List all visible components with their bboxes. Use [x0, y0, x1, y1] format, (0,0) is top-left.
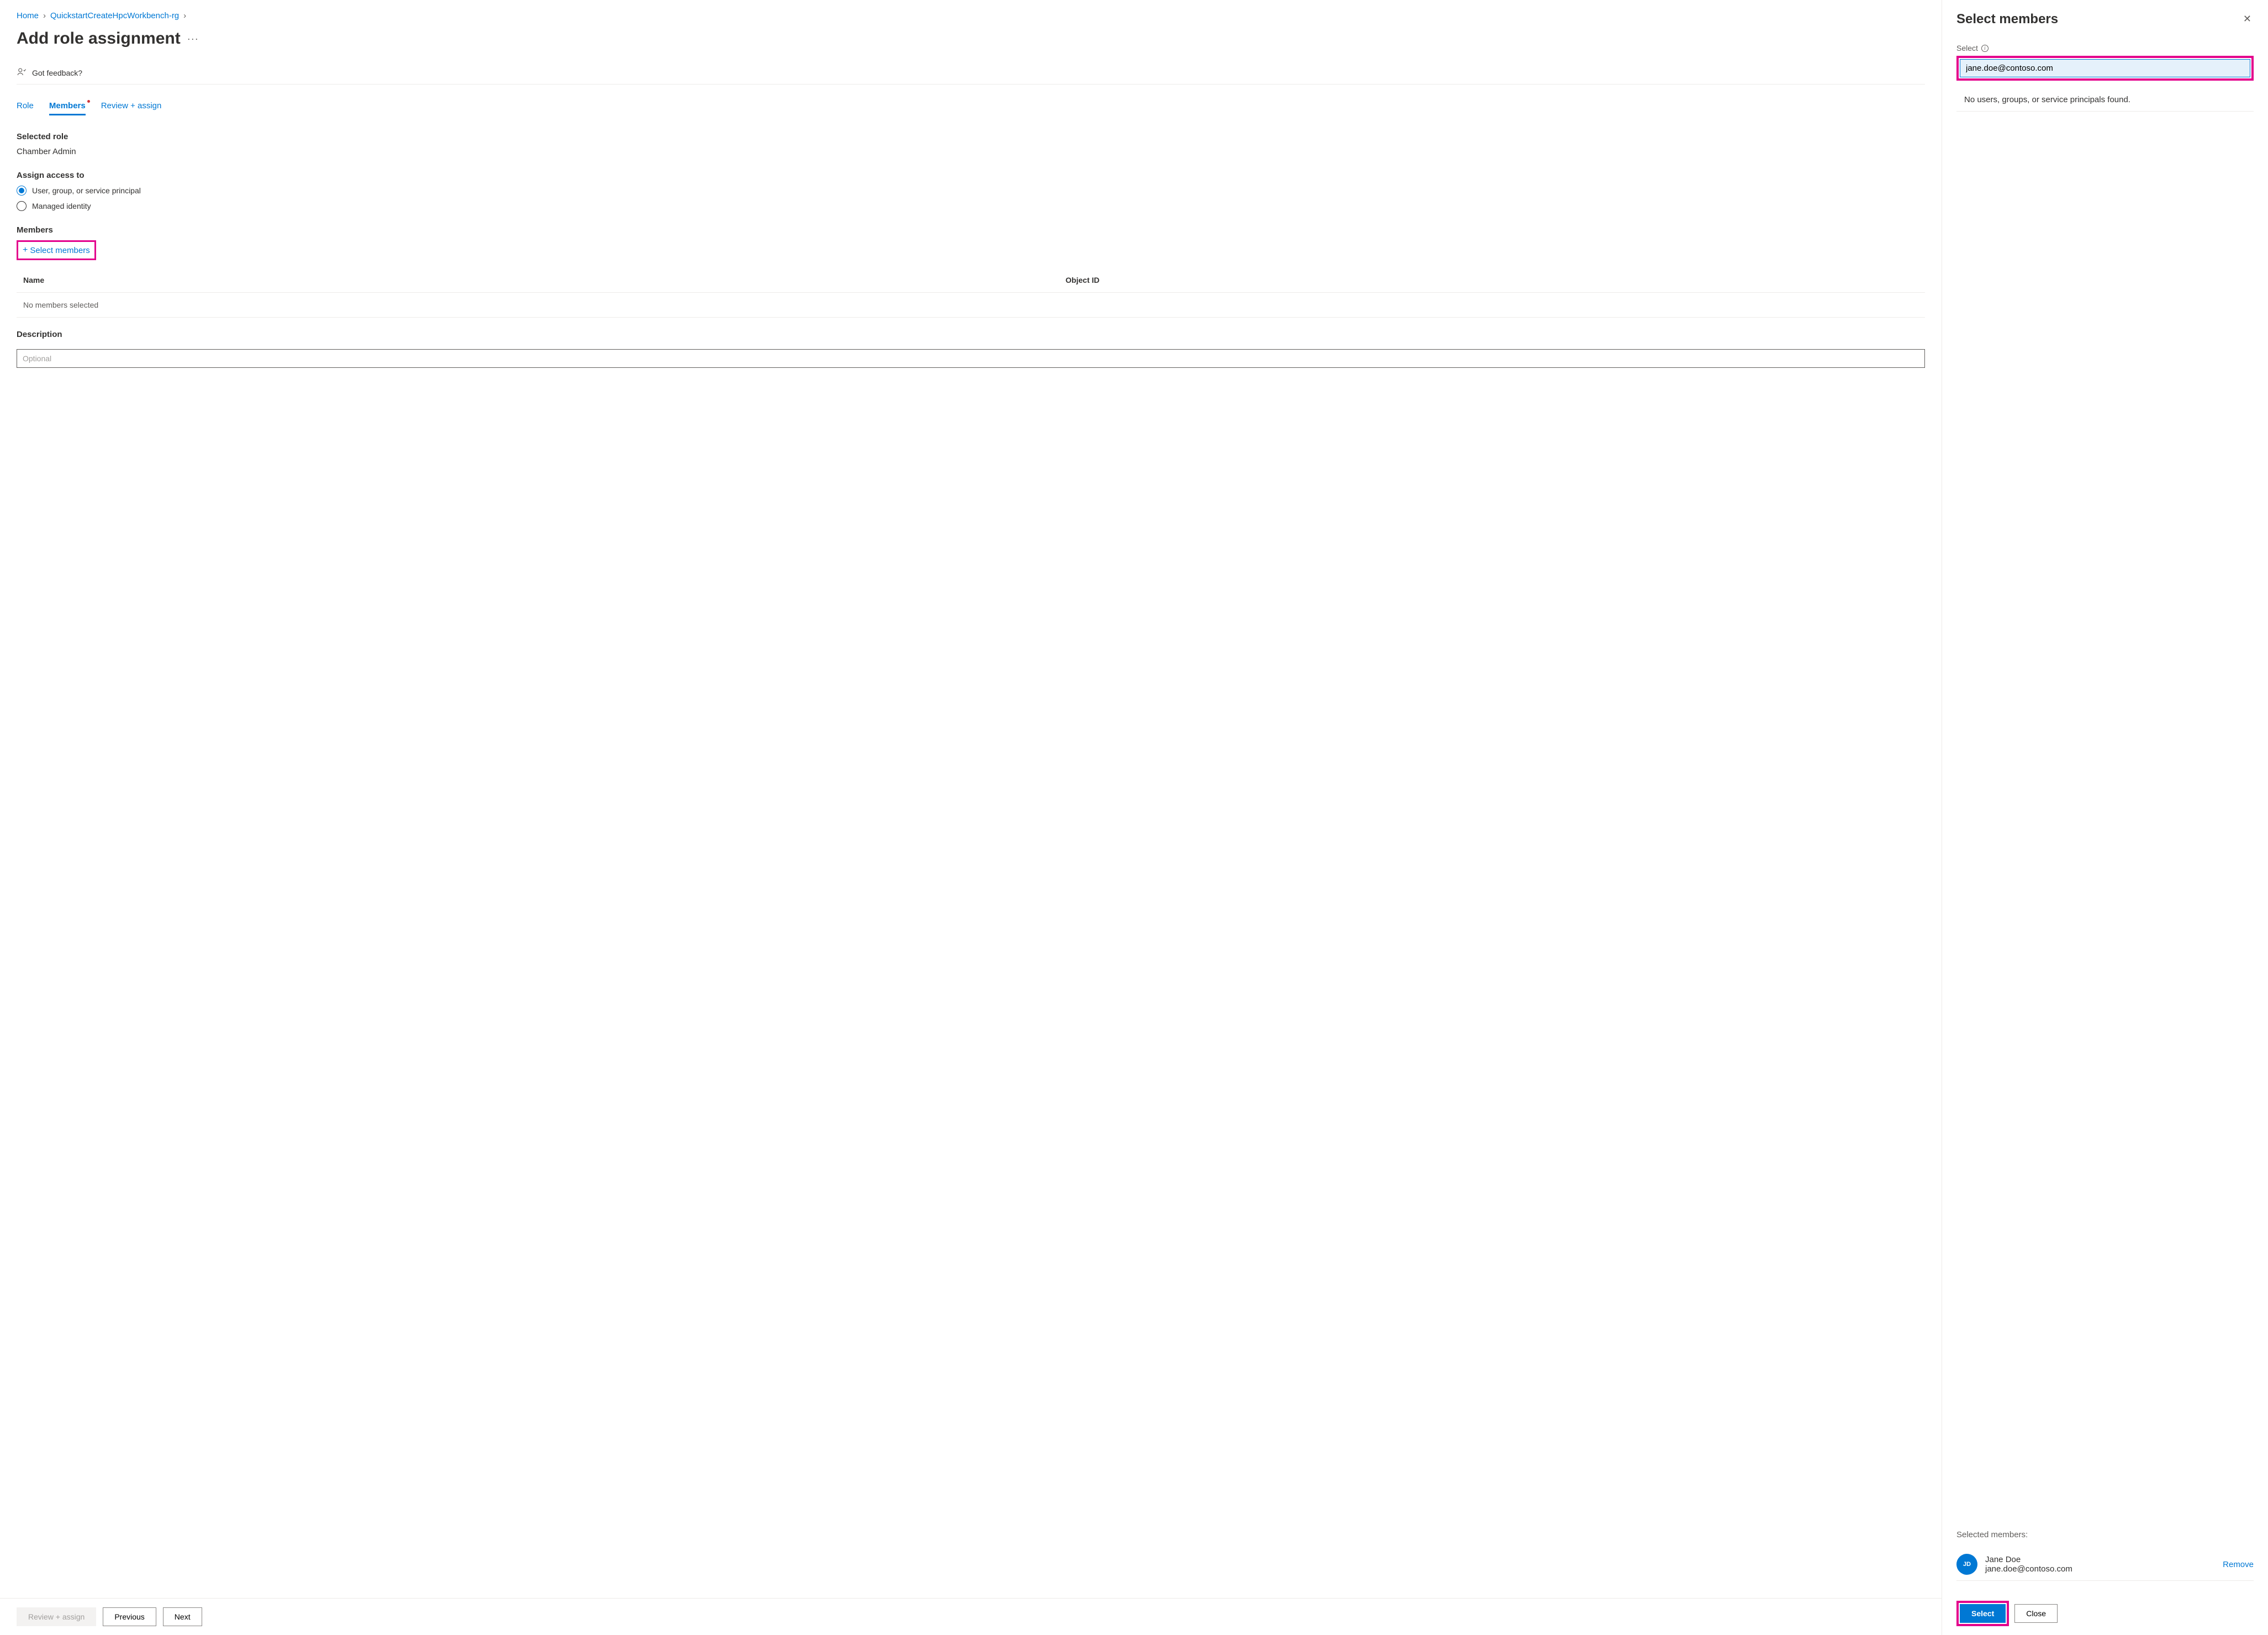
feedback-link[interactable]: Got feedback? — [17, 61, 1925, 85]
selected-member-row: JD Jane Doe jane.doe@contoso.com Remove — [1956, 1548, 2254, 1581]
page-title-row: Add role assignment ··· — [17, 29, 1925, 48]
radio-label: User, group, or service principal — [32, 186, 141, 195]
selected-role-value: Chamber Admin — [17, 147, 1925, 156]
col-name: Name — [23, 276, 1066, 284]
member-email: jane.doe@contoso.com — [1985, 1564, 2215, 1574]
members-label: Members — [17, 225, 1925, 235]
tab-role[interactable]: Role — [17, 101, 34, 115]
select-members-label: Select members — [30, 246, 89, 255]
col-object-id: Object ID — [1066, 276, 1099, 284]
chevron-right-icon: › — [43, 11, 46, 20]
info-icon[interactable]: i — [1981, 45, 1989, 52]
tabs: Role Members Review + assign — [17, 101, 1925, 115]
radio-label: Managed identity — [32, 202, 91, 210]
feedback-icon — [17, 67, 27, 78]
selected-members-label: Selected members: — [1956, 1530, 2254, 1539]
radio-user-group-principal[interactable]: User, group, or service principal — [17, 186, 1925, 196]
main-content: Home › QuickstartCreateHpcWorkbench-rg ›… — [0, 0, 1942, 1598]
next-button[interactable]: Next — [163, 1607, 202, 1626]
member-info: Jane Doe jane.doe@contoso.com — [1985, 1555, 2215, 1574]
breadcrumb-home[interactable]: Home — [17, 11, 39, 20]
avatar: JD — [1956, 1554, 1977, 1575]
close-icon[interactable]: ✕ — [2241, 11, 2254, 27]
panel-header: Select members ✕ — [1942, 0, 2268, 33]
page-title: Add role assignment — [17, 29, 181, 48]
radio-managed-identity[interactable]: Managed identity — [17, 201, 1925, 211]
description-input[interactable] — [17, 349, 1925, 368]
highlight-search-input — [1956, 56, 2254, 81]
highlight-select-members: + Select members — [17, 240, 96, 260]
review-assign-button[interactable]: Review + assign — [17, 1607, 96, 1626]
chevron-right-icon: › — [183, 11, 186, 20]
members-table-header: Name Object ID — [17, 268, 1925, 293]
no-results-message: No users, groups, or service principals … — [1956, 88, 2254, 112]
description-label: Description — [17, 330, 1925, 339]
panel-body: Select i No users, groups, or service pr… — [1942, 33, 2268, 1592]
select-label: Select — [1956, 44, 1978, 52]
panel-title: Select members — [1956, 12, 2058, 27]
assign-access-label: Assign access to — [17, 171, 1925, 180]
member-search-input[interactable] — [1960, 59, 2250, 77]
select-label-row: Select i — [1956, 44, 2254, 52]
tab-indicator-dot — [87, 100, 90, 103]
description-section: Description — [17, 330, 1925, 368]
tab-members-label: Members — [49, 101, 86, 110]
remove-member-link[interactable]: Remove — [2223, 1560, 2254, 1569]
radio-icon-checked — [17, 186, 27, 196]
close-button[interactable]: Close — [2014, 1604, 2058, 1623]
select-button[interactable]: Select — [1960, 1604, 2006, 1623]
feedback-label: Got feedback? — [32, 68, 82, 77]
select-members-link[interactable]: + Select members — [18, 242, 94, 259]
radio-icon-unchecked — [17, 201, 27, 211]
tab-review-assign[interactable]: Review + assign — [101, 101, 162, 115]
assign-access-radio-group: User, group, or service principal Manage… — [17, 186, 1925, 211]
main-panel: Home › QuickstartCreateHpcWorkbench-rg ›… — [0, 0, 1942, 1635]
breadcrumb: Home › QuickstartCreateHpcWorkbench-rg › — [17, 11, 1925, 20]
plus-icon: + — [23, 245, 28, 255]
breadcrumb-resource[interactable]: QuickstartCreateHpcWorkbench-rg — [50, 11, 179, 20]
panel-footer: Select Close — [1942, 1592, 2268, 1635]
highlight-select-button: Select — [1956, 1601, 2009, 1626]
members-table-empty: No members selected — [17, 293, 1925, 318]
footer-bar: Review + assign Previous Next — [0, 1598, 1942, 1635]
selected-role-label: Selected role — [17, 132, 1925, 141]
spacer — [1956, 112, 2254, 1530]
member-name: Jane Doe — [1985, 1555, 2215, 1564]
more-icon[interactable]: ··· — [187, 33, 199, 45]
previous-button[interactable]: Previous — [103, 1607, 156, 1626]
select-members-panel: Select members ✕ Select i No users, grou… — [1942, 0, 2268, 1635]
tab-members[interactable]: Members — [49, 101, 86, 115]
